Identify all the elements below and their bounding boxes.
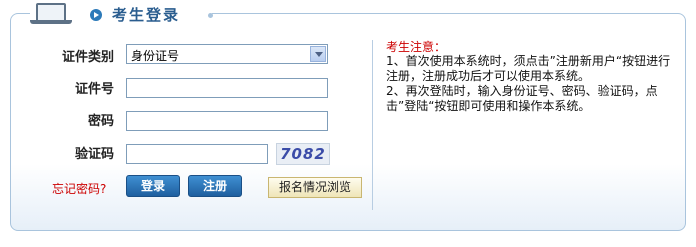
password-input[interactable] bbox=[126, 111, 328, 131]
captcha-image[interactable]: 7082 bbox=[276, 143, 330, 165]
notice-text: 1、首次使用本系统时，须点击”注册新用户“按钮进行注册，注册成功后才可以使用本系… bbox=[386, 54, 678, 114]
laptop-icon bbox=[30, 3, 74, 25]
id-type-label: 证件类别 bbox=[61, 50, 114, 65]
id-number-label: 证件号 bbox=[74, 82, 114, 97]
browse-registration-button[interactable]: 报名情况浏览 bbox=[268, 177, 362, 198]
captcha-input[interactable] bbox=[126, 144, 268, 164]
password-label: 密码 bbox=[87, 114, 114, 129]
vertical-divider bbox=[372, 40, 373, 210]
id-number-input[interactable] bbox=[126, 78, 328, 98]
id-type-value: 身份证号 bbox=[131, 49, 180, 63]
captcha-label: 验证码 bbox=[74, 147, 114, 162]
id-type-select[interactable]: 身份证号 bbox=[126, 44, 328, 64]
forgot-password-link[interactable]: 忘记密码? bbox=[52, 180, 106, 197]
notice-item-2: 2、再次登陆时，输入身份证号、密码、验证码，点击”登陆“按钮即可使用和操作本系统… bbox=[386, 84, 658, 113]
chevron-down-icon[interactable] bbox=[310, 46, 326, 62]
arrow-right-icon bbox=[90, 9, 102, 21]
register-button[interactable]: 注册 bbox=[188, 175, 242, 197]
notice-item-1: 1、首次使用本系统时，须点击”注册新用户“按钮进行注册，注册成功后才可以使用本系… bbox=[386, 54, 671, 83]
page-title: 考生登录 bbox=[112, 4, 187, 25]
title-bar: 考生登录 bbox=[0, 0, 696, 30]
login-button[interactable]: 登录 bbox=[126, 175, 180, 197]
title-dot-decoration bbox=[208, 13, 213, 18]
notice-title: 考生注意： bbox=[386, 40, 447, 54]
